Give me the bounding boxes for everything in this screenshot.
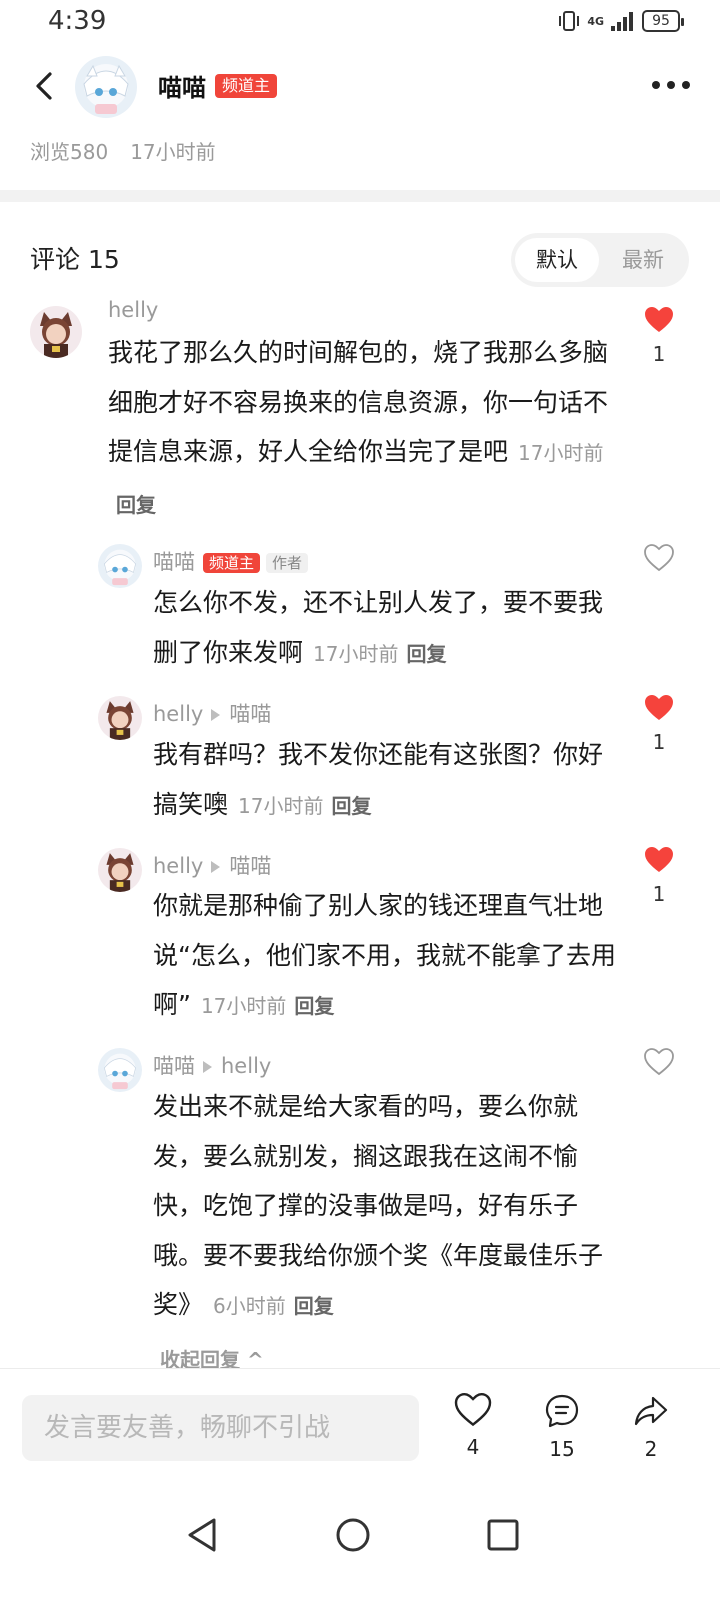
reply-to-user[interactable]: 喵喵 — [229, 702, 271, 726]
reply-to-user[interactable]: 喵喵 — [229, 854, 271, 878]
comment-time: 17小时前 — [313, 641, 399, 666]
user-avatar[interactable] — [98, 1048, 142, 1092]
sort-latest-tab[interactable]: 最新 — [601, 238, 685, 282]
comment-username[interactable]: helly 喵喵 — [153, 698, 271, 728]
comment-input[interactable]: 发言要友善，畅聊不引战 — [22, 1395, 419, 1461]
like-button[interactable]: 1 — [644, 846, 674, 906]
username[interactable]: helly — [108, 298, 158, 322]
more-options-icon[interactable] — [652, 78, 690, 92]
comment-post-button[interactable]: 15 — [532, 1393, 592, 1461]
author-avatar[interactable] — [75, 56, 137, 118]
like-count: 1 — [652, 342, 666, 366]
like-button[interactable]: 1 — [644, 306, 674, 366]
channel-owner-badge: 频道主 — [203, 553, 261, 573]
status-time: 4:39 — [48, 6, 107, 36]
like-button[interactable]: 1 — [644, 694, 674, 754]
nav-recents-icon[interactable] — [478, 1510, 528, 1560]
heart-outline-icon[interactable] — [454, 1392, 492, 1427]
sort-toggle: 默认 最新 — [511, 233, 689, 287]
comment-text: 发出来不就是给大家看的吗，要么你就发，要么就别发，搁这跟我在这闹不愉快，吃饱了撑… — [153, 1092, 604, 1319]
back-arrow-icon[interactable] — [26, 66, 66, 106]
post-meta: 浏览580 17小时前 — [30, 136, 216, 165]
heart-filled-icon[interactable] — [644, 694, 674, 722]
post-time: 17小时前 — [130, 140, 216, 164]
status-icons: 4G 95 — [557, 10, 684, 32]
comment-username[interactable]: helly — [108, 298, 158, 322]
comment-body: 发出来不就是给大家看的吗，要么你就发，要么就别发，搁这跟我在这闹不愉快，吃饱了撑… — [153, 1082, 625, 1332]
section-divider — [0, 190, 720, 202]
share-post-button[interactable]: 2 — [621, 1393, 681, 1461]
reply-arrow-icon — [203, 1061, 212, 1073]
username[interactable]: helly — [153, 702, 203, 726]
comment-bubble-icon[interactable] — [544, 1393, 580, 1429]
comment-body: 我有群吗？我不发你还能有这张图？你好搞笑噢 17小时前 回复 — [153, 730, 625, 831]
reply-button[interactable]: 回复 — [331, 794, 371, 818]
status-bar: 4:39 4G 95 — [0, 0, 720, 48]
user-avatar[interactable] — [98, 544, 142, 588]
comment-time: 17小时前 — [238, 793, 324, 818]
reply-to-user[interactable]: helly — [221, 1054, 271, 1078]
like-button[interactable] — [644, 544, 674, 576]
comment-text: 我有群吗？我不发你还能有这张图？你好搞笑噢 — [153, 740, 604, 819]
username[interactable]: helly — [153, 854, 203, 878]
system-nav-bar — [0, 1490, 720, 1600]
comment-body: 我花了那么久的时间解包的，烧了我那么多脑细胞才好不容易换来的信息资源，你一句话不… — [108, 328, 618, 530]
bottom-action-bar: 发言要友善，畅聊不引战 4 15 2 — [0, 1368, 720, 1484]
share-count: 2 — [644, 1437, 658, 1461]
sort-default-tab[interactable]: 默认 — [515, 238, 599, 282]
share-icon[interactable] — [633, 1393, 669, 1429]
like-button[interactable] — [644, 1048, 674, 1080]
signal-icon — [611, 12, 633, 31]
reply-button[interactable]: 回复 — [116, 493, 156, 517]
comment-body: 怎么你不发，还不让别人发了，要不要我删了你来发啊 17小时前 回复 — [153, 578, 625, 679]
comment-time: 17小时前 — [200, 994, 287, 1018]
like-count: 1 — [652, 730, 666, 754]
heart-outline-icon[interactable] — [644, 1048, 674, 1076]
channel-owner-badge: 频道主 — [215, 74, 278, 98]
author-tag: 作者 — [266, 553, 309, 573]
like-count: 4 — [466, 1435, 480, 1459]
post-header: 喵喵 频道主 — [0, 52, 720, 124]
user-avatar[interactable] — [30, 306, 82, 358]
vibrate-icon — [559, 11, 580, 31]
comment-time: 17小时前 — [518, 441, 604, 465]
author-name[interactable]: 喵喵 — [158, 68, 206, 103]
comment-body: 你就是那种偷了别人家的钱还理直气壮地说“怎么，他们家不用，我就不能拿了去用啊” 1… — [153, 881, 625, 1032]
comment-count: 15 — [549, 1437, 575, 1461]
nav-back-icon[interactable] — [178, 1510, 228, 1560]
like-count: 1 — [652, 882, 666, 906]
comment-username[interactable]: 喵喵 helly — [153, 1050, 271, 1080]
heart-filled-icon[interactable] — [644, 846, 674, 874]
comment-username[interactable]: 喵喵 频道主 作者 — [153, 546, 309, 576]
post-comments-page: 4:39 4G 95 喵喵 频道主 浏览580 17小时前 评论 15 默认 最… — [0, 0, 720, 1600]
view-count: 浏览580 — [30, 140, 109, 164]
comment-username[interactable]: helly 喵喵 — [153, 850, 271, 880]
reply-arrow-icon — [211, 709, 221, 721]
username[interactable]: 喵喵 — [153, 550, 195, 574]
username[interactable]: 喵喵 — [153, 1054, 195, 1078]
reply-button[interactable]: 回复 — [294, 994, 334, 1018]
like-post-button[interactable]: 4 — [443, 1392, 503, 1459]
comment-time: 6小时前 — [213, 1294, 286, 1318]
reply-arrow-icon — [211, 861, 221, 873]
user-avatar[interactable] — [98, 696, 142, 740]
user-avatar[interactable] — [98, 848, 142, 892]
battery-icon: 95 — [642, 10, 684, 32]
reply-button[interactable]: 回复 — [294, 1294, 334, 1318]
nav-home-icon[interactable] — [328, 1510, 378, 1560]
heart-filled-icon[interactable] — [644, 306, 674, 334]
heart-outline-icon[interactable] — [644, 544, 674, 572]
network-label: 4G — [587, 14, 604, 28]
comments-count-title: 评论 15 — [30, 245, 120, 274]
battery-level: 95 — [652, 13, 670, 29]
reply-button[interactable]: 回复 — [406, 642, 446, 666]
